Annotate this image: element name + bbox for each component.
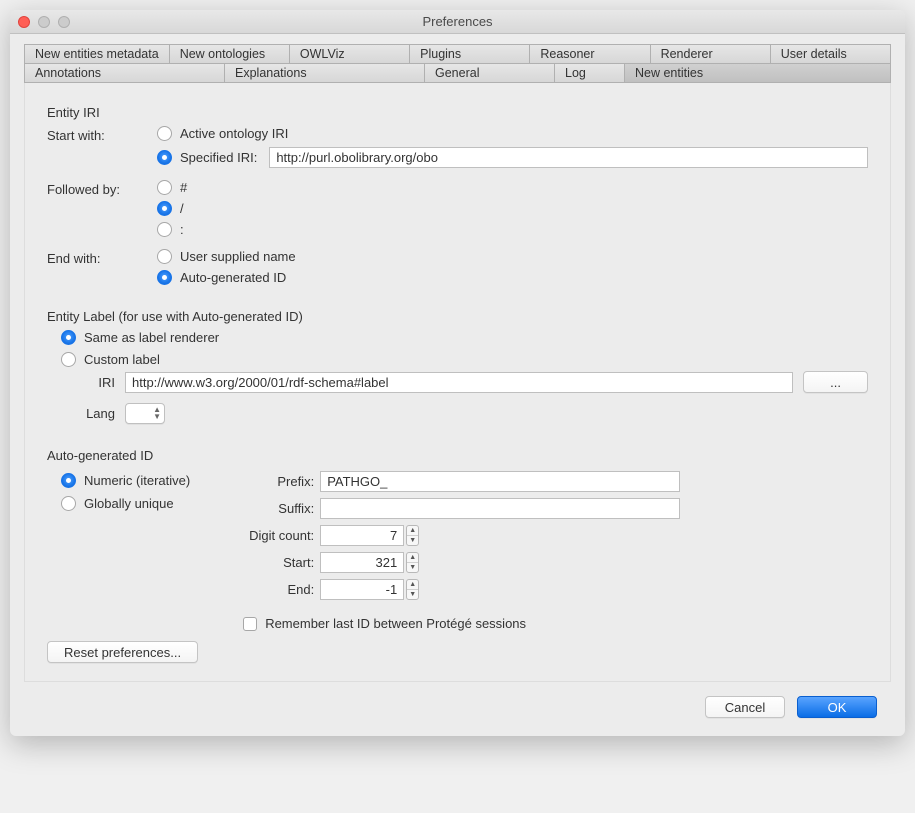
maximize-window-button[interactable] xyxy=(58,16,70,28)
radio-specified-iri[interactable] xyxy=(157,150,172,165)
tab-user-details[interactable]: User details xyxy=(771,45,890,63)
lang-label: Lang xyxy=(75,406,115,421)
entity-label-title: Entity Label (for use with Auto-generate… xyxy=(47,309,868,324)
digit-count-stepper[interactable]: ▲ ▼ xyxy=(406,525,419,546)
tab-owlviz[interactable]: OWLViz xyxy=(290,45,410,63)
radio-separator-colon-label: : xyxy=(180,222,184,237)
chevron-up-icon: ▲ xyxy=(407,580,418,590)
remember-last-id-label: Remember last ID between Protégé session… xyxy=(265,616,526,631)
start-input[interactable] xyxy=(320,552,404,573)
suffix-input[interactable] xyxy=(320,498,680,519)
reset-preferences-button[interactable]: Reset preferences... xyxy=(47,641,198,663)
radio-separator-colon[interactable] xyxy=(157,222,172,237)
radio-separator-slash-label: / xyxy=(180,201,184,216)
auto-generated-id-group: Auto-generated ID Numeric (iterative) Gl… xyxy=(47,448,868,631)
radio-separator-slash[interactable] xyxy=(157,201,172,216)
chevron-down-icon: ▼ xyxy=(407,536,418,545)
tab-general[interactable]: General xyxy=(425,64,555,82)
radio-specified-iri-label: Specified IRI: xyxy=(180,150,257,165)
tab-renderer[interactable]: Renderer xyxy=(651,45,771,63)
traffic-lights xyxy=(18,16,70,28)
preferences-panel: Entity IRI Start with: Active ontology I… xyxy=(24,83,891,682)
tabs-row-2: Annotations Explanations General Log New… xyxy=(24,64,891,83)
start-with-label: Start with: xyxy=(47,126,157,143)
remember-last-id-checkbox[interactable] xyxy=(243,617,257,631)
tab-new-entities[interactable]: New entities xyxy=(625,64,890,82)
chevron-up-icon: ▲ xyxy=(407,553,418,563)
cancel-button[interactable]: Cancel xyxy=(705,696,785,718)
content-area: New entities metadata New ontologies OWL… xyxy=(10,34,905,736)
entity-label-group: Entity Label (for use with Auto-generate… xyxy=(47,309,868,424)
followed-by-label: Followed by: xyxy=(47,180,157,197)
radio-separator-hash-label: # xyxy=(180,180,187,195)
radio-user-supplied-name-label: User supplied name xyxy=(180,249,296,264)
digit-count-input[interactable] xyxy=(320,525,404,546)
radio-auto-generated-id[interactable] xyxy=(157,270,172,285)
entity-iri-title: Entity IRI xyxy=(47,105,868,120)
chevron-down-icon: ▼ xyxy=(407,590,418,599)
tab-annotations[interactable]: Annotations xyxy=(25,64,225,82)
prefix-input[interactable] xyxy=(320,471,680,492)
lang-select[interactable]: ▲▼ xyxy=(125,403,165,424)
tab-new-entities-metadata[interactable]: New entities metadata xyxy=(25,45,170,63)
entity-iri-group: Entity IRI Start with: Active ontology I… xyxy=(47,105,868,285)
label-iri-input[interactable] xyxy=(125,372,793,393)
ok-button[interactable]: OK xyxy=(797,696,877,718)
start-stepper[interactable]: ▲ ▼ xyxy=(406,552,419,573)
radio-active-ontology-iri[interactable] xyxy=(157,126,172,141)
radio-custom-label-label: Custom label xyxy=(84,352,160,367)
radio-auto-generated-id-label: Auto-generated ID xyxy=(180,270,286,285)
browse-iri-button[interactable]: ... xyxy=(803,371,868,393)
tab-plugins[interactable]: Plugins xyxy=(410,45,530,63)
radio-active-ontology-iri-label: Active ontology IRI xyxy=(180,126,288,141)
tab-explanations[interactable]: Explanations xyxy=(225,64,425,82)
tab-reasoner[interactable]: Reasoner xyxy=(530,45,650,63)
window-title: Preferences xyxy=(10,14,905,29)
end-label: End: xyxy=(240,582,320,597)
radio-custom-label[interactable] xyxy=(61,352,76,367)
chevron-down-icon: ▼ xyxy=(407,563,418,572)
start-label: Start: xyxy=(240,555,320,570)
titlebar: Preferences xyxy=(10,10,905,34)
end-with-label: End with: xyxy=(47,249,157,266)
chevron-updown-icon: ▲▼ xyxy=(153,406,161,420)
digit-count-label: Digit count: xyxy=(240,528,320,543)
end-input[interactable] xyxy=(320,579,404,600)
iri-label: IRI xyxy=(75,375,115,390)
tab-new-ontologies[interactable]: New ontologies xyxy=(170,45,290,63)
tab-log[interactable]: Log xyxy=(555,64,625,82)
tabs-row-1: New entities metadata New ontologies OWL… xyxy=(24,44,891,64)
minimize-window-button[interactable] xyxy=(38,16,50,28)
end-stepper[interactable]: ▲ ▼ xyxy=(406,579,419,600)
preferences-window: Preferences New entities metadata New on… xyxy=(10,10,905,736)
close-window-button[interactable] xyxy=(18,16,30,28)
chevron-up-icon: ▲ xyxy=(407,526,418,536)
radio-same-as-renderer[interactable] xyxy=(61,330,76,345)
radio-globally-unique[interactable] xyxy=(61,496,76,511)
auto-generated-id-title: Auto-generated ID xyxy=(47,448,868,463)
prefix-label: Prefix: xyxy=(240,474,320,489)
suffix-label: Suffix: xyxy=(240,501,320,516)
radio-numeric-iterative[interactable] xyxy=(61,473,76,488)
radio-user-supplied-name[interactable] xyxy=(157,249,172,264)
radio-globally-unique-label: Globally unique xyxy=(84,496,174,511)
radio-same-as-renderer-label: Same as label renderer xyxy=(84,330,219,345)
dialog-footer: Cancel OK xyxy=(24,682,891,722)
specified-iri-input[interactable] xyxy=(269,147,868,168)
radio-numeric-iterative-label: Numeric (iterative) xyxy=(84,473,190,488)
radio-separator-hash[interactable] xyxy=(157,180,172,195)
